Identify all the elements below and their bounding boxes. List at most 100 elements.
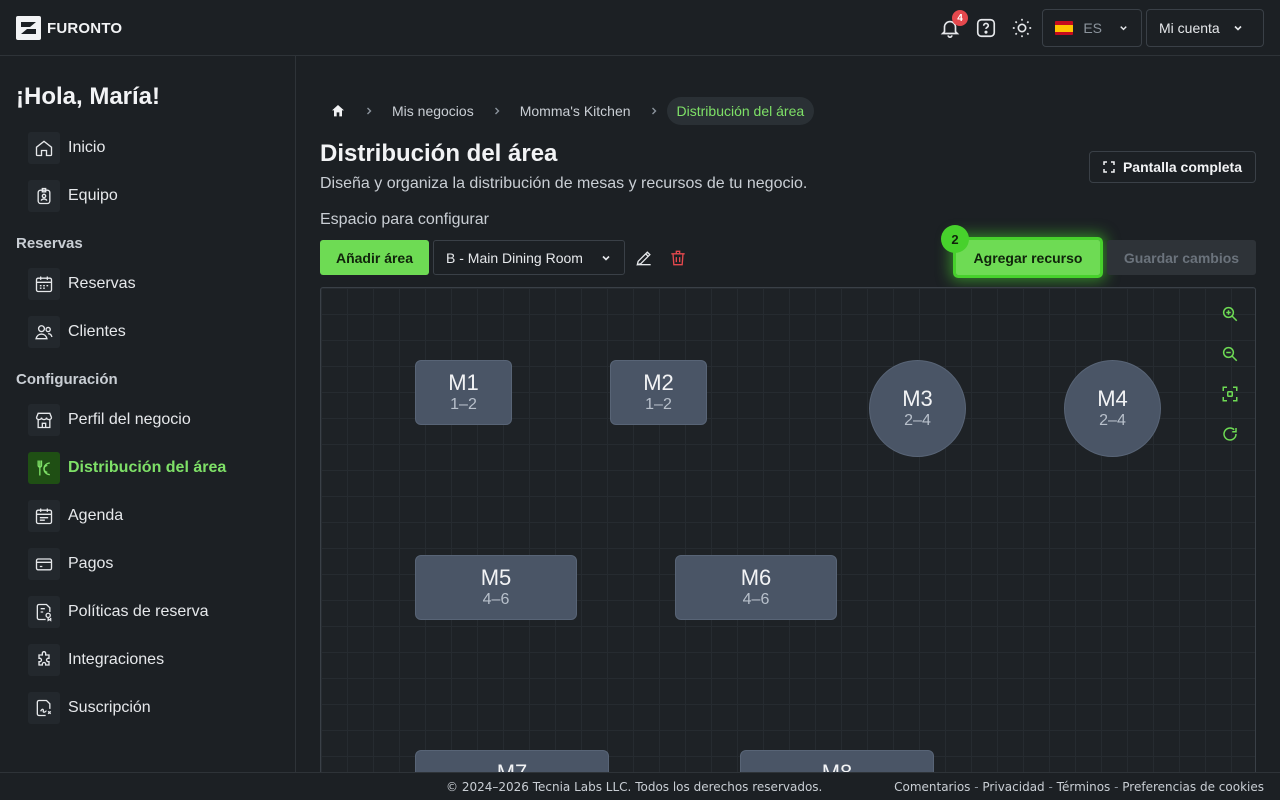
page-subtitle: Diseña y organiza la distribución de mes… xyxy=(320,175,808,192)
footer-link-privacidad[interactable]: Privacidad xyxy=(982,780,1044,794)
notifications-button[interactable]: 4 xyxy=(938,10,968,40)
chevron-right-icon xyxy=(641,106,667,116)
save-changes-button[interactable]: Guardar cambios xyxy=(1107,240,1256,275)
sidebar-item-label: Suscripción xyxy=(68,699,151,716)
footer-separator: - xyxy=(1048,780,1057,794)
store-icon xyxy=(28,404,60,436)
sidebar-item-label: Distribución del área xyxy=(68,459,227,476)
table-capacity: 1–2 xyxy=(450,395,477,413)
users-icon xyxy=(28,316,60,348)
area-select[interactable]: B - Main Dining Room xyxy=(433,240,625,275)
sun-icon xyxy=(1012,18,1032,38)
footer-link-terminos[interactable]: Términos xyxy=(1057,780,1111,794)
sidebar-item-integraciones[interactable]: Integraciones xyxy=(28,644,164,676)
area-select-value: B - Main Dining Room xyxy=(446,249,583,266)
trash-icon xyxy=(671,250,685,266)
sidebar-item-label: Equipo xyxy=(68,187,118,204)
sidebar-item-perfil-negocio[interactable]: Perfil del negocio xyxy=(28,404,191,436)
pencil-icon xyxy=(636,251,651,266)
table-m4[interactable]: M4 2–4 xyxy=(1064,360,1161,457)
brand-name: FURONTO xyxy=(47,19,123,37)
account-menu-button[interactable]: Mi cuenta xyxy=(1146,9,1264,47)
reset-view-button[interactable] xyxy=(1218,422,1242,446)
sidebar-item-clientes[interactable]: Clientes xyxy=(28,316,126,348)
section-reservas-label: Reservas xyxy=(16,235,83,252)
focus-icon xyxy=(1222,386,1238,402)
add-area-button[interactable]: Añadir área xyxy=(320,240,429,275)
delete-area-button[interactable] xyxy=(666,246,690,270)
sidebar-item-label: Políticas de reserva xyxy=(68,603,209,620)
card-icon xyxy=(28,548,60,580)
top-header: FURONTO 4 ES Mi cuenta xyxy=(0,0,1280,56)
chevron-down-icon xyxy=(602,255,610,261)
table-m1[interactable]: M1 1–2 xyxy=(415,360,512,425)
language-select[interactable]: ES xyxy=(1042,9,1142,47)
sidebar: ¡Hola, María! Inicio Equipo Reservas Res… xyxy=(0,56,296,772)
breadcrumb: Mis negocios Momma's Kitchen Distribució… xyxy=(320,96,815,125)
chevron-down-icon xyxy=(1234,25,1242,31)
sidebar-item-label: Reservas xyxy=(68,275,136,292)
footer-link-comentarios[interactable]: Comentarios xyxy=(894,780,970,794)
sidebar-item-inicio[interactable]: Inicio xyxy=(28,132,105,164)
edit-area-button[interactable] xyxy=(632,246,656,270)
table-m2[interactable]: M2 1–2 xyxy=(610,360,707,425)
account-label: Mi cuenta xyxy=(1159,20,1220,36)
sidebar-item-reservas[interactable]: Reservas xyxy=(28,268,136,300)
puzzle-icon xyxy=(28,644,60,676)
sidebar-item-distribucion-area[interactable]: Distribución del área xyxy=(28,452,226,484)
home-icon xyxy=(28,132,60,164)
table-capacity: 4–6 xyxy=(482,590,510,608)
sidebar-item-equipo[interactable]: Equipo xyxy=(28,180,118,212)
sidebar-item-label: Integraciones xyxy=(68,651,165,668)
table-m6[interactable]: M6 4–6 xyxy=(675,555,837,620)
table-m5[interactable]: M5 4–6 xyxy=(415,555,577,620)
chevron-right-icon xyxy=(356,106,382,116)
footer-links: Comentarios - Privacidad - Términos - Pr… xyxy=(894,780,1264,794)
logo-icon xyxy=(16,16,41,40)
calendar-list-icon xyxy=(28,500,60,532)
floor-plan-canvas[interactable]: M1 1–2 M2 1–2 M3 2–4 M4 2–4 M5 4–6 M6 4–… xyxy=(320,287,1256,787)
zoom-in-button[interactable] xyxy=(1218,302,1242,326)
table-name: M4 xyxy=(1097,385,1128,411)
sidebar-item-politicas-reserva[interactable]: Políticas de reserva xyxy=(28,596,209,628)
language-code: ES xyxy=(1083,20,1102,36)
calendar-icon xyxy=(28,268,60,300)
table-capacity: 1–2 xyxy=(645,395,672,413)
spain-flag-icon xyxy=(1055,21,1074,35)
utensils-icon xyxy=(28,452,60,484)
zoom-out-icon xyxy=(1222,346,1238,362)
add-resource-button[interactable]: Agregar recurso xyxy=(956,240,1100,275)
page-title: Distribución del área xyxy=(320,140,558,167)
sidebar-item-label: Clientes xyxy=(68,323,126,340)
brand-logo[interactable]: FURONTO xyxy=(16,16,122,40)
sidebar-item-suscripcion[interactable]: Suscripción xyxy=(28,692,151,724)
sidebar-item-label: Pagos xyxy=(68,555,114,572)
sidebar-item-label: Inicio xyxy=(68,139,106,156)
fullscreen-label: Pantalla completa xyxy=(1122,159,1243,175)
footer: © 2024–2026 Tecnia Labs LLC. Todos los d… xyxy=(0,772,1280,800)
subscription-icon xyxy=(28,692,60,724)
chevron-right-icon xyxy=(484,106,510,116)
fit-to-screen-button[interactable] xyxy=(1218,382,1242,406)
zoom-in-icon xyxy=(1222,306,1238,322)
sidebar-item-pagos[interactable]: Pagos xyxy=(28,548,113,580)
table-m3[interactable]: M3 2–4 xyxy=(869,360,966,457)
footer-link-cookies[interactable]: Preferencias de cookies xyxy=(1122,780,1264,794)
help-button[interactable] xyxy=(974,16,998,40)
breadcrumb-mis-negocios[interactable]: Mis negocios xyxy=(382,103,484,119)
notification-count-badge: 4 xyxy=(952,10,968,26)
table-name: M3 xyxy=(902,385,933,411)
breadcrumb-business[interactable]: Momma's Kitchen xyxy=(510,103,641,119)
breadcrumb-home[interactable] xyxy=(320,96,356,125)
table-name: M6 xyxy=(740,564,772,590)
greeting-heading: ¡Hola, María! xyxy=(16,83,161,110)
help-icon xyxy=(976,18,996,38)
table-name: M1 xyxy=(448,369,479,395)
canvas-tools xyxy=(1218,302,1242,446)
sidebar-item-agenda[interactable]: Agenda xyxy=(28,500,123,532)
expand-icon xyxy=(1103,161,1115,173)
zoom-out-button[interactable] xyxy=(1218,342,1242,366)
theme-toggle[interactable] xyxy=(1010,16,1034,40)
fullscreen-button[interactable]: Pantalla completa xyxy=(1089,151,1256,183)
add-resource-highlight: Agregar recurso xyxy=(953,237,1103,278)
